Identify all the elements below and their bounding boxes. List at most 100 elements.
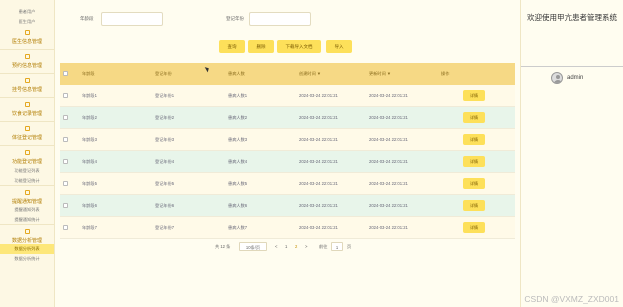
detail-button[interactable]: 详情 — [463, 156, 485, 167]
table-row[interactable]: 年龄段3 登记年份3 患病人数3 2024-03-24 22:01:21 2024-03… — [60, 129, 515, 151]
sidebar-group-label: 挂号信息管理 — [11, 87, 42, 93]
sidebar-item-function-list[interactable]: 功能登记列表 — [0, 166, 54, 176]
detail-button[interactable]: 详情 — [463, 178, 485, 189]
sidebar-group-vitals[interactable]: 体征登记管理 — [0, 122, 54, 146]
table-cell: 2024-03-24 22:01:21 — [299, 137, 338, 142]
table-cell: 2024-03-24 22:01:21 — [369, 137, 408, 142]
search-bar: 年龄段 登记年份 — [60, 12, 515, 28]
goto-label: 前往 — [319, 244, 328, 249]
table-cell: 年龄段7 — [82, 225, 97, 230]
table-row[interactable]: 年龄段4 登记年份4 患病人数4 2024-03-24 22:01:21 2024-03… — [60, 151, 515, 173]
table-cell: 登记年份5 — [155, 181, 175, 186]
table-cell: 患病人数7 — [228, 225, 248, 230]
table-cell: 2024-03-24 22:01:21 — [299, 181, 338, 186]
column-header[interactable]: 患病人数 — [228, 63, 245, 85]
sidebar-item-function-stats[interactable]: 功能登记统计 — [0, 176, 54, 186]
table-cell: 登记年份7 — [155, 225, 175, 230]
table-cell: 2024-03-24 22:01:21 — [299, 115, 338, 120]
export-button[interactable]: 下载导入文档 — [277, 40, 321, 53]
column-header[interactable]: 更新时间 ▼ — [369, 63, 391, 85]
table-row[interactable]: 年龄段5 登记年份5 患病人数5 2024-03-24 22:01:21 2024-03… — [60, 173, 515, 195]
row-checkbox[interactable] — [63, 225, 68, 230]
divider — [521, 66, 623, 67]
main-content: 年龄段 登记年份 查询 删除 下载导入文档 导入 年龄段 登记年份 患病人数 创… — [60, 0, 515, 307]
sidebar-group-registration[interactable]: 挂号信息管理 — [0, 74, 54, 98]
sidebar-item-patient-users[interactable]: 患者用户 — [0, 7, 54, 17]
folder-icon — [24, 102, 30, 107]
table-body: 年龄段1 登记年份1 患病人数1 2024-03-24 22:01:21 2024-03… — [60, 85, 515, 239]
sidebar-item-analysis-stats[interactable]: 数据分析统计 — [0, 254, 54, 264]
delete-button[interactable]: 删除 — [248, 40, 274, 53]
row-checkbox[interactable] — [63, 93, 68, 98]
query-button[interactable]: 查询 — [219, 40, 245, 53]
row-checkbox[interactable] — [63, 181, 68, 186]
username[interactable]: admin — [567, 75, 583, 81]
age-range-input[interactable] — [101, 12, 163, 26]
table-cell: 年龄段4 — [82, 159, 97, 164]
sidebar-group-diet[interactable]: 饮食记录管理 — [0, 98, 54, 122]
detail-button[interactable]: 详情 — [463, 90, 485, 101]
goto-suffix: 页 — [347, 244, 352, 249]
sidebar-item-notice-stats[interactable]: 提醒通知统计 — [0, 215, 54, 225]
row-checkbox[interactable] — [63, 159, 68, 164]
sidebar-group-label: 预约信息管理 — [11, 63, 42, 69]
detail-button[interactable]: 详情 — [463, 134, 485, 145]
table-cell: 患病人数6 — [228, 203, 248, 208]
page-size-select[interactable]: 10条/页 — [239, 242, 267, 251]
register-year-label: 登记年份 — [226, 16, 244, 21]
import-button[interactable]: 导入 — [326, 40, 352, 53]
column-header[interactable]: 登记年份 — [155, 63, 172, 85]
sidebar-group-doctor-info[interactable]: 医生信息管理 — [0, 26, 54, 50]
table-cell: 2024-03-24 22:01:21 — [369, 181, 408, 186]
table-cell: 登记年份3 — [155, 137, 175, 142]
sidebar-group-analysis[interactable]: 数据分析管理 — [0, 224, 54, 244]
folder-icon — [24, 190, 30, 195]
folder-icon — [24, 30, 30, 35]
table-cell: 年龄段5 — [82, 181, 97, 186]
detail-button[interactable]: 详情 — [463, 200, 485, 211]
table-cell: 2024-03-24 22:01:21 — [369, 225, 408, 230]
table-cell: 登记年份1 — [155, 93, 175, 98]
sidebar: 患者用户 医生用户 医生信息管理 预约信息管理 挂号信息管理 饮食记录管理 体征… — [0, 0, 55, 307]
page-2-button[interactable]: 2 — [295, 242, 297, 251]
sidebar-group-appointment[interactable]: 预约信息管理 — [0, 50, 54, 74]
sidebar-group-label: 数据分析管理 — [11, 238, 42, 244]
avatar[interactable] — [551, 72, 563, 84]
page-1-button[interactable]: 1 — [285, 242, 287, 251]
sidebar-group-label: 饮食记录管理 — [11, 111, 42, 117]
table-cell: 年龄段1 — [82, 93, 97, 98]
table-cell: 年龄段2 — [82, 115, 97, 120]
row-checkbox[interactable] — [63, 115, 68, 120]
column-header: 操作 — [441, 71, 450, 76]
row-checkbox[interactable] — [63, 203, 68, 208]
table-row[interactable]: 年龄段6 登记年份6 患病人数6 2024-03-24 22:01:21 2024-03… — [60, 195, 515, 217]
column-header[interactable]: 创建时间 ▼ — [299, 63, 321, 85]
table-cell: 登记年份6 — [155, 203, 175, 208]
register-year-input[interactable] — [249, 12, 311, 26]
table-cell: 登记年份4 — [155, 159, 175, 164]
sidebar-group-label: 提醒通知管理 — [11, 199, 42, 205]
column-header[interactable]: 年龄段 — [82, 63, 95, 85]
row-checkbox[interactable] — [63, 137, 68, 142]
table-cell: 患病人数5 — [228, 181, 248, 186]
sidebar-item-notice-list[interactable]: 提醒通知列表 — [0, 205, 54, 215]
sidebar-item-analysis-list[interactable]: 数据分析列表 — [0, 244, 54, 254]
goto-page-input[interactable]: 1 — [331, 242, 343, 251]
sidebar-group-function[interactable]: 功能登记管理 — [0, 146, 54, 166]
detail-button[interactable]: 详情 — [463, 112, 485, 123]
sidebar-group-notice[interactable]: 提醒通知管理 — [0, 185, 54, 205]
pagination: 共 12 条 10条/页 < 1 2 > 前往 1 页 — [215, 242, 415, 252]
select-all-checkbox[interactable] — [63, 71, 68, 76]
table-row[interactable]: 年龄段2 登记年份2 患病人数2 2024-03-24 22:01:21 2024-03… — [60, 107, 515, 129]
table-cell: 2024-03-24 22:01:21 — [369, 203, 408, 208]
user-icon — [555, 75, 560, 79]
detail-button[interactable]: 详情 — [463, 222, 485, 233]
sidebar-group-label: 体征登记管理 — [11, 135, 42, 141]
table-row[interactable]: 年龄段7 登记年份7 患病人数7 2024-03-24 22:01:21 2024-03… — [60, 217, 515, 239]
folder-icon — [24, 229, 30, 234]
table-row[interactable]: 年龄段1 登记年份1 患病人数1 2024-03-24 22:01:21 2024-03… — [60, 85, 515, 107]
toolbar: 查询 删除 下载导入文档 导入 — [60, 40, 515, 54]
prev-page-button[interactable]: < — [275, 242, 277, 251]
next-page-button[interactable]: > — [305, 242, 307, 251]
sidebar-item-doctor-users[interactable]: 医生用户 — [0, 17, 54, 27]
